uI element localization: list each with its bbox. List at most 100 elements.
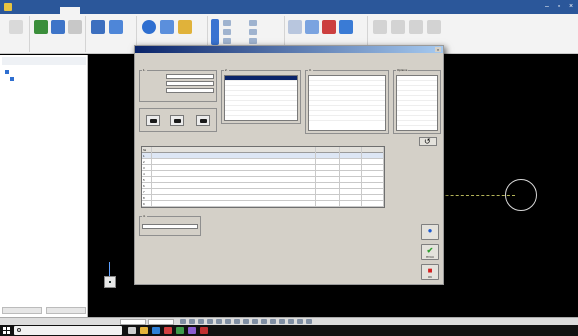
tool-preset-button-2[interactable]	[170, 115, 184, 126]
app-icon-purple[interactable]	[188, 327, 196, 334]
ribbon-tab-2[interactable]	[38, 7, 46, 14]
tall-tool-icon[interactable]	[211, 19, 219, 45]
section-1-frame: 1.	[139, 68, 217, 102]
panel-toolstrip[interactable]	[2, 57, 86, 65]
grid-icon[interactable]	[68, 20, 82, 34]
gray-tool-icon-3[interactable]	[409, 20, 423, 34]
selection-cycling-icon[interactable]	[252, 319, 258, 324]
task-view-icon[interactable]	[128, 327, 136, 334]
panel-footer-button-1[interactable]	[2, 307, 42, 314]
workspace-icon[interactable]	[270, 319, 276, 324]
dialog-close-icon[interactable]: ×	[435, 47, 441, 52]
blue-gear-icon[interactable]	[91, 20, 105, 34]
new-drawing-icon[interactable]	[9, 20, 23, 34]
circle-shape[interactable]	[505, 179, 537, 211]
ribbon-group-2	[31, 16, 86, 52]
ribbon-tab-4[interactable]	[84, 7, 92, 14]
section-4-field[interactable]	[142, 224, 198, 229]
blue-pen-icon[interactable]	[339, 20, 353, 34]
minimize-icon[interactable]: –	[542, 2, 552, 11]
option-row[interactable]	[397, 121, 437, 126]
close-icon[interactable]: ×	[566, 2, 576, 11]
small-tool-icon-3[interactable]	[223, 38, 231, 44]
section-1-field[interactable]	[166, 74, 214, 79]
tree-item[interactable]	[5, 69, 11, 74]
red-pen-icon[interactable]	[322, 20, 336, 34]
cloud-icon[interactable]	[288, 20, 302, 34]
small-tool-icon-2[interactable]	[223, 29, 231, 35]
tool-shape-icon	[150, 119, 157, 123]
grid-toggle-icon[interactable]	[189, 319, 195, 324]
dialog-title-bar[interactable]: ×	[135, 46, 443, 53]
section-3-row[interactable]	[309, 116, 385, 121]
cad-app-icon[interactable]	[200, 327, 208, 334]
panel-footer-button-2[interactable]	[46, 307, 86, 314]
section-2-title: 2.	[224, 68, 229, 72]
info-button[interactable]: ●	[421, 224, 439, 240]
windows-start-icon[interactable]	[3, 327, 10, 334]
arrow-icon[interactable]	[51, 20, 65, 34]
lineweight-icon[interactable]	[234, 319, 240, 324]
tree-icon[interactable]	[34, 20, 48, 34]
table-cell	[340, 201, 362, 207]
gray-tool-icon-1[interactable]	[373, 20, 387, 34]
tool-preset-button-3[interactable]	[196, 115, 210, 126]
project-tree-panel	[0, 55, 88, 317]
small-tool-icon-1[interactable]	[223, 20, 231, 26]
app-icon[interactable]	[4, 3, 12, 11]
list-item[interactable]	[225, 111, 297, 116]
section-3-frame: 3.	[305, 68, 389, 134]
ribbon-group-3	[87, 16, 137, 52]
section-2-list[interactable]	[224, 75, 298, 121]
small-tool-icon-4[interactable]	[249, 20, 257, 26]
ortho-icon[interactable]	[198, 319, 204, 324]
taskbar-search-input[interactable]	[14, 326, 122, 335]
small-tool-icon-5[interactable]	[249, 29, 257, 35]
tool-shape-icon	[174, 119, 181, 123]
transparency-icon[interactable]	[243, 319, 249, 324]
app-icon-green[interactable]	[176, 327, 184, 334]
app-icon-red[interactable]	[164, 327, 172, 334]
snap-icon[interactable]	[180, 319, 186, 324]
ribbon-tab-1[interactable]	[18, 7, 26, 14]
search-icon	[17, 328, 21, 332]
table-row[interactable]: 9	[142, 201, 384, 207]
file-explorer-icon[interactable]	[140, 327, 148, 334]
section-1-field[interactable]	[166, 81, 214, 86]
layer-icon	[10, 76, 14, 81]
fullscreen-icon[interactable]	[297, 319, 303, 324]
document-icon[interactable]	[109, 20, 123, 34]
gray-tool-icon-2[interactable]	[391, 20, 405, 34]
isolate-icon[interactable]	[288, 319, 294, 324]
globe-icon[interactable]	[142, 20, 156, 34]
info-globe-icon: ●	[427, 226, 433, 235]
ok-button[interactable]: ■ OK	[421, 264, 439, 280]
otrack-icon[interactable]	[225, 319, 231, 324]
folder-icon[interactable]	[178, 20, 192, 34]
annotation-icon[interactable]	[261, 319, 267, 324]
start-button[interactable]: ✔ ПУСК	[421, 244, 439, 260]
ribbon-tab-5[interactable]	[98, 7, 106, 14]
customize-icon[interactable]	[306, 319, 312, 324]
rotate-button[interactable]: ↺	[419, 137, 437, 146]
ribbon-tab-6[interactable]	[114, 7, 122, 14]
section-1-field[interactable]	[166, 88, 214, 93]
browser-icon[interactable]	[152, 327, 160, 334]
flag-icon[interactable]	[305, 20, 319, 34]
maximize-icon[interactable]: ▫	[554, 2, 564, 11]
osnap-icon[interactable]	[216, 319, 222, 324]
layers-icon[interactable]	[160, 20, 174, 34]
section-3-title: 3.	[308, 68, 313, 72]
gray-tool-icon-4[interactable]	[427, 20, 441, 34]
options-title: Options	[396, 68, 409, 72]
start-button-label: ПУСК	[426, 255, 434, 259]
table-cell	[362, 201, 384, 207]
tree-item[interactable]	[10, 76, 16, 81]
ucs-y-axis	[109, 262, 110, 276]
table-cell: 9	[142, 201, 152, 207]
settings-icon[interactable]	[279, 319, 285, 324]
small-tool-icon-6[interactable]	[249, 38, 257, 44]
polar-icon[interactable]	[207, 319, 213, 324]
tool-preset-button-1[interactable]	[146, 115, 160, 126]
ribbon-tab-3-active[interactable]	[60, 7, 80, 14]
